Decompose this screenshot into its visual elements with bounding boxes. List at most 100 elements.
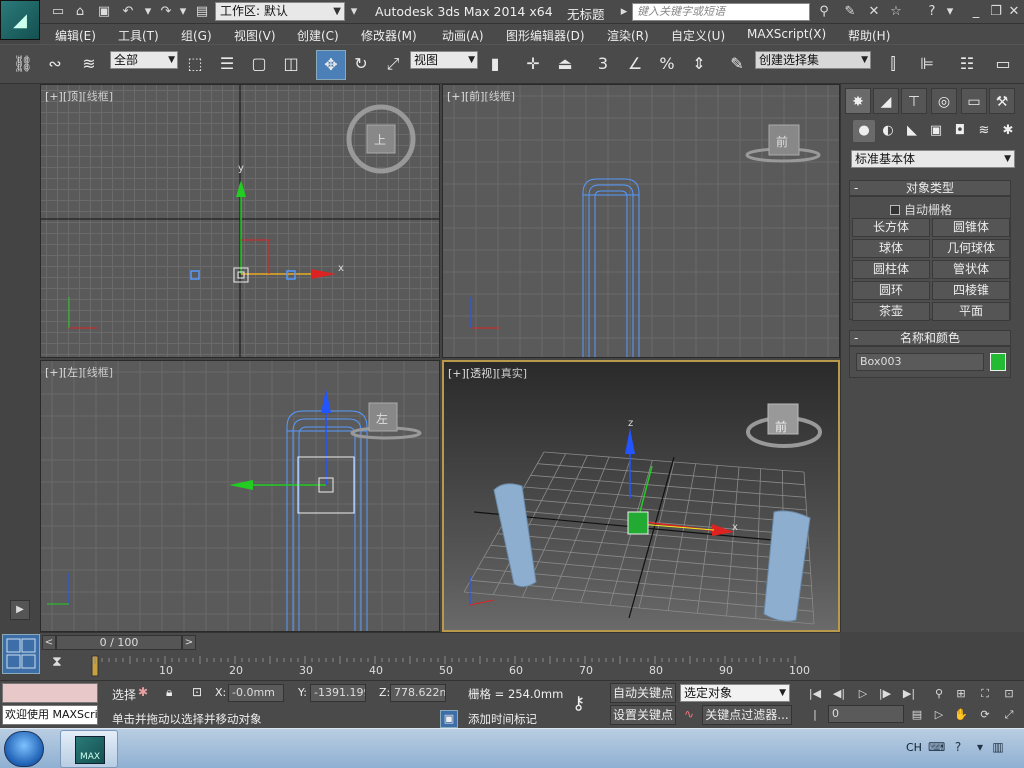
viewport-point-of-view[interactable]: [透视] — [466, 367, 497, 380]
viewport-shading[interactable]: [真实] — [496, 367, 527, 380]
search-arrow-icon[interactable]: ▸ — [616, 4, 632, 20]
help-tray-icon[interactable]: ? — [950, 739, 966, 755]
teapot-button[interactable]: 茶壶 — [852, 302, 930, 321]
edit-named-selection-icon[interactable]: ✎ — [724, 51, 750, 77]
select-object-icon[interactable]: ⬚ — [182, 51, 208, 77]
zoom-icon[interactable]: ⚲ — [930, 685, 948, 703]
systems-icon[interactable]: ✱ — [997, 120, 1019, 142]
plane-button[interactable]: 平面 — [932, 302, 1010, 321]
viewport-front[interactable]: [+][前][线框] 前 — [442, 84, 840, 358]
pyramid-button[interactable]: 四棱锥 — [932, 281, 1010, 300]
selection-set-dropdown[interactable]: 选定对象 ▼ — [680, 684, 790, 702]
viewcube-label[interactable]: 前 — [775, 418, 787, 435]
object-color-swatch[interactable] — [990, 353, 1006, 371]
viewcube-label[interactable]: 上 — [374, 131, 386, 148]
unlink-icon[interactable]: ∾ — [42, 51, 68, 77]
layer-explorer-icon[interactable]: ☷ — [954, 51, 980, 77]
close-icon[interactable]: ✕ — [1006, 4, 1022, 20]
open-file-icon[interactable]: ⌂ — [72, 4, 88, 20]
restore-icon[interactable]: ❐ — [988, 4, 1004, 20]
display-tab-icon[interactable]: ▭ — [961, 88, 987, 114]
orbit-icon[interactable]: ⟳ — [976, 706, 994, 724]
selection-filter-dropdown[interactable]: 全部 ▼ — [110, 51, 178, 69]
viewport-shading[interactable]: [线框] — [82, 90, 113, 103]
shapes-icon[interactable]: ◐ — [877, 120, 899, 142]
time-slider-thumb[interactable]: 0 / 100 — [56, 635, 182, 650]
curve-editor-icon[interactable]: ⧗ — [52, 654, 72, 674]
viewport-shading[interactable]: [线框] — [484, 90, 515, 103]
key-filters-button[interactable]: 关键点过滤器... — [702, 705, 792, 725]
viewport-layout-button[interactable] — [2, 634, 40, 674]
absolute-mode-icon[interactable]: ⊡ — [192, 685, 202, 699]
named-selection-sets-dropdown[interactable]: 创建选择集 ▼ — [755, 51, 871, 69]
maximize-viewport-icon[interactable]: ⤢ — [1000, 706, 1018, 724]
viewport-menu[interactable]: [+] — [447, 90, 465, 103]
viewcube-label[interactable]: 左 — [376, 410, 388, 427]
keyboard-icon[interactable]: ⌨ — [928, 739, 945, 755]
select-and-move-icon[interactable]: ✥ — [316, 50, 346, 80]
link-icon[interactable]: ⛓ — [10, 51, 36, 77]
undo-dropdown-icon[interactable]: ▾ — [140, 4, 156, 20]
time-configuration-icon[interactable]: ▤ — [908, 706, 926, 724]
viewport-left-label[interactable]: [+][左][线框] — [45, 364, 113, 380]
minimize-icon[interactable]: _ — [968, 4, 984, 20]
tube-button[interactable]: 管状体 — [932, 260, 1010, 279]
windows-start-button[interactable] — [4, 731, 44, 767]
pivot-center-icon[interactable]: ▮ — [482, 51, 508, 77]
percent-snap-icon[interactable]: % — [654, 51, 680, 77]
current-frame-field[interactable]: 0 — [828, 705, 904, 723]
go-to-end-icon[interactable]: ▶| — [900, 685, 918, 703]
motion-tab-icon[interactable]: ◎ — [931, 88, 957, 114]
taskbar-3dsmax-button[interactable]: MAX — [60, 730, 118, 768]
sphere-button[interactable]: 球体 — [852, 239, 930, 258]
geosphere-button[interactable]: 几何球体 — [932, 239, 1010, 258]
field-of-view-icon[interactable]: ▷ — [930, 706, 948, 724]
add-time-tag-label[interactable]: 添加时间标记 — [468, 711, 537, 727]
favorites-star-icon[interactable]: ☆ — [888, 4, 904, 20]
viewport-left[interactable]: [+][左][线框] 左 — [40, 360, 440, 632]
menu-help[interactable]: 帮助(H) — [848, 27, 890, 44]
subscription-icon[interactable]: ✎ — [842, 4, 858, 20]
box-button[interactable]: 长方体 — [852, 218, 930, 237]
bind-spacewarp-icon[interactable]: ≋ — [76, 51, 102, 77]
key-mode-toggle-icon[interactable]: |◀▶| — [806, 706, 827, 739]
menu-tools[interactable]: 工具(T) — [118, 27, 159, 44]
tray-options-icon[interactable]: ▾ — [972, 739, 988, 755]
menu-rendering[interactable]: 渲染(R) — [607, 27, 649, 44]
space-warps-icon[interactable]: ≋ — [973, 120, 995, 142]
application-button[interactable]: ◢ — [0, 0, 40, 40]
mirror-icon[interactable]: ⫿ — [880, 51, 906, 77]
redo-dropdown-icon[interactable]: ▾ — [175, 4, 191, 20]
modify-tab-icon[interactable]: ◢ — [873, 88, 899, 114]
viewport-menu[interactable]: [+] — [45, 366, 63, 379]
save-file-icon[interactable]: ▣ — [96, 4, 112, 20]
set-key-icon[interactable]: ⚷ — [572, 693, 585, 714]
name-color-rollout-header[interactable]: - 名称和颜色 — [849, 330, 1011, 346]
select-and-scale-icon[interactable]: ⤢ — [380, 51, 406, 77]
expand-viewport-icon[interactable]: ▶ — [10, 600, 30, 620]
lights-icon[interactable]: ◣ — [901, 120, 923, 142]
viewport-menu[interactable]: [+] — [448, 367, 466, 380]
zoom-extents-all-icon[interactable]: ⊡ — [1000, 685, 1018, 703]
help-dropdown-icon[interactable]: ▾ — [942, 4, 958, 20]
menu-views[interactable]: 视图(V) — [234, 27, 276, 44]
viewport-point-of-view[interactable]: [前] — [465, 90, 485, 103]
undo-icon[interactable]: ↶ — [120, 4, 136, 20]
go-to-start-icon[interactable]: |◀ — [806, 685, 824, 703]
angle-snap-icon[interactable]: ∠ — [622, 51, 648, 77]
keyboard-shortcut-override-icon[interactable]: ⏏ — [552, 51, 578, 77]
next-key-icon[interactable]: |▶ — [876, 685, 894, 703]
y-coordinate-field[interactable]: -1391.199mm — [310, 684, 366, 702]
x-coordinate-field[interactable]: -0.0mm — [228, 684, 284, 702]
track-bar[interactable]: ⧗ 10 20 30 40 50 60 70 80 90 100 — [40, 652, 840, 680]
quick-access-menu-icon[interactable]: ▾ — [346, 4, 362, 20]
viewport-top-label[interactable]: [+][顶][线框] — [45, 88, 113, 104]
binoculars-icon[interactable]: ⚲ — [816, 4, 832, 20]
torus-button[interactable]: 圆环 — [852, 281, 930, 300]
viewport-perspective-label[interactable]: [+][透视][真实] — [448, 365, 527, 381]
spinner-snap-icon[interactable]: ⇕ — [686, 51, 712, 77]
select-and-rotate-icon[interactable]: ↻ — [348, 51, 374, 77]
reference-coordinate-dropdown[interactable]: 视图 ▼ — [410, 51, 478, 69]
set-key-button[interactable]: 设置关键点 — [610, 705, 676, 725]
previous-key-icon[interactable]: ◀| — [830, 685, 848, 703]
